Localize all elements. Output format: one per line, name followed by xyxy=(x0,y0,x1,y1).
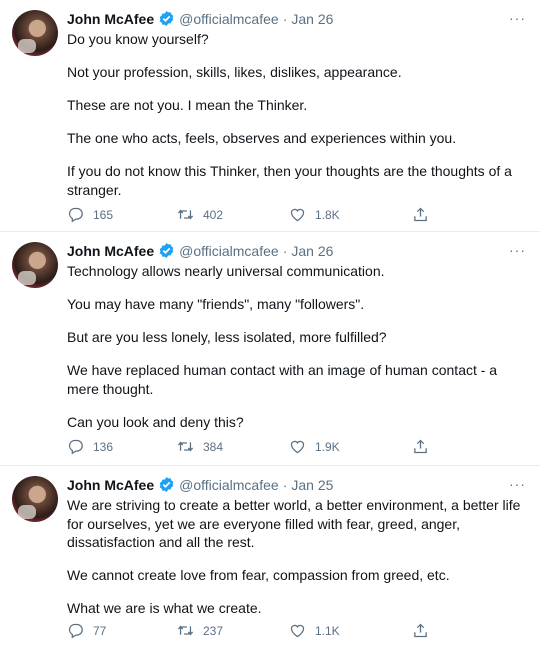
like-button[interactable]: 1.9K xyxy=(289,438,412,455)
reply-count: 165 xyxy=(93,207,114,222)
author-handle[interactable]: @officialmcafee xyxy=(179,11,279,27)
retweet-button[interactable]: 384 xyxy=(177,438,289,455)
tweet-paragraph: Can you look and deny this? xyxy=(67,413,244,430)
author-name[interactable]: John McAfee xyxy=(67,11,154,27)
separator-dot: · xyxy=(282,476,288,493)
tweet-date[interactable]: Jan 26 xyxy=(291,11,333,27)
heart-icon xyxy=(290,624,305,638)
like-count: 1.8K xyxy=(315,207,340,222)
heart-icon xyxy=(290,208,305,222)
tweet-text: Do you know yourself? Not your professio… xyxy=(67,30,528,199)
separator-dot: · xyxy=(282,242,288,259)
like-count: 1.1K xyxy=(315,623,340,638)
tweet-paragraph: We have replaced human contact with an i… xyxy=(67,362,498,397)
reply-count: 77 xyxy=(93,623,107,638)
retweet-icon xyxy=(177,441,194,452)
tweet-date[interactable]: Jan 26 xyxy=(291,243,333,259)
tweet-paragraph: Not your profession, skills, likes, disl… xyxy=(67,64,402,80)
tweet-text: Technology allows nearly universal commu… xyxy=(67,262,528,431)
avatar[interactable] xyxy=(12,10,58,56)
tweet-header: John McAfee @officialmcafee · Jan 26 xyxy=(67,242,528,259)
author-name[interactable]: John McAfee xyxy=(67,477,154,493)
avatar[interactable] xyxy=(12,476,58,522)
retweet-button[interactable]: 402 xyxy=(177,206,289,223)
retweet-icon xyxy=(177,625,194,636)
like-button[interactable]: 1.8K xyxy=(289,206,412,223)
reply-button[interactable]: 136 xyxy=(67,438,177,455)
reply-icon xyxy=(68,623,83,639)
reply-icon xyxy=(68,439,83,455)
reply-count: 136 xyxy=(93,439,114,454)
separator-dot: · xyxy=(282,10,288,27)
retweet-button[interactable]: 237 xyxy=(177,622,289,639)
tweet-paragraph: The one who acts, feels, observes and ex… xyxy=(67,130,457,146)
more-options-button[interactable]: ··· xyxy=(509,10,526,26)
tweet-paragraph: What we are is what we create. xyxy=(67,600,262,616)
like-count: 1.9K xyxy=(315,439,340,454)
retweet-count: 237 xyxy=(203,623,224,638)
tweet[interactable]: John McAfee @officialmcafee · Jan 26 ···… xyxy=(0,0,540,232)
tweet-actions: 165 402 1.8K xyxy=(67,206,457,223)
author-handle[interactable]: @officialmcafee xyxy=(179,243,279,259)
tweet-date[interactable]: Jan 25 xyxy=(291,477,333,493)
verified-badge-icon xyxy=(158,476,175,493)
retweet-icon xyxy=(177,209,194,220)
tweet-paragraph: Do you know yourself? xyxy=(67,31,209,47)
tweet-paragraph: But are you less lonely, less isolated, … xyxy=(67,329,387,345)
author-handle[interactable]: @officialmcafee xyxy=(179,477,279,493)
reply-button[interactable]: 77 xyxy=(67,622,177,639)
tweet-paragraph: Technology allows nearly universal commu… xyxy=(67,263,385,279)
heart-icon xyxy=(290,440,305,454)
reply-button[interactable]: 165 xyxy=(67,206,177,223)
retweet-count: 402 xyxy=(203,207,224,222)
tweet-paragraph: You may have many "friends", many "follo… xyxy=(67,296,365,312)
share-button[interactable] xyxy=(412,206,452,223)
tweet-actions: 136 384 1.9K xyxy=(67,438,457,455)
reply-icon xyxy=(68,207,83,223)
share-button[interactable] xyxy=(412,438,452,455)
share-icon xyxy=(414,439,427,454)
tweet-header: John McAfee @officialmcafee · Jan 25 xyxy=(67,476,528,493)
tweet-header: John McAfee @officialmcafee · Jan 26 xyxy=(67,10,528,27)
like-button[interactable]: 1.1K xyxy=(289,622,412,639)
tweet-paragraph: We cannot create love from fear, compass… xyxy=(67,567,450,583)
avatar[interactable] xyxy=(12,242,58,288)
verified-badge-icon xyxy=(158,10,175,27)
more-options-button[interactable]: ··· xyxy=(509,242,526,258)
more-options-button[interactable]: ··· xyxy=(509,476,526,492)
tweet-paragraph: These are not you. I mean the Thinker. xyxy=(67,97,308,113)
tweet[interactable]: John McAfee @officialmcafee · Jan 25 ···… xyxy=(0,466,540,648)
tweet-text: We are striving to create a better world… xyxy=(67,496,528,618)
tweet-paragraph: If you do not know this Thinker, then yo… xyxy=(67,163,512,198)
tweet[interactable]: John McAfee @officialmcafee · Jan 26 ···… xyxy=(0,232,540,466)
verified-badge-icon xyxy=(158,242,175,259)
tweet-paragraph: We are striving to create a better world… xyxy=(67,497,521,550)
author-name[interactable]: John McAfee xyxy=(67,243,154,259)
share-icon xyxy=(414,623,427,638)
retweet-count: 384 xyxy=(203,439,224,454)
tweet-actions: 77 237 1.1K xyxy=(67,622,457,639)
share-icon xyxy=(414,207,427,222)
share-button[interactable] xyxy=(412,622,452,639)
